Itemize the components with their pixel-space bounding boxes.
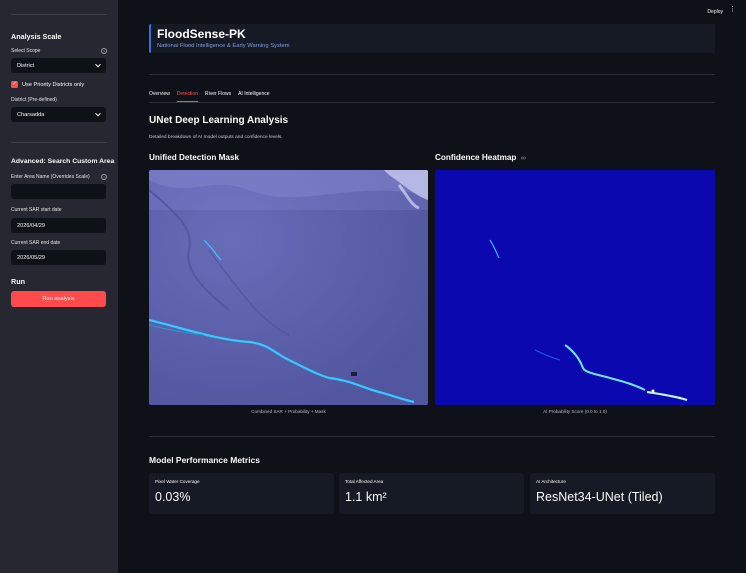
metric-value: 0.03%: [155, 490, 191, 504]
detection-mask-image: [149, 170, 428, 405]
mask-title: Unified Detection Mask: [149, 153, 240, 162]
app-header: FloodSense-PK National Flood Intelligenc…: [149, 24, 715, 53]
area-name-input[interactable]: [11, 184, 106, 199]
analysis-scale-heading: Analysis Scale: [11, 32, 62, 41]
section-title: UNet Deep Learning Analysis: [149, 115, 289, 126]
select-scope-dropdown[interactable]: District: [11, 58, 106, 73]
confidence-heatmap-image: [435, 170, 715, 405]
heatmap-title: Confidence Heatmap: [435, 153, 517, 162]
chevron-down-icon: [95, 110, 101, 116]
metric-card-affected-area: Total Affected Area 1.1 km²: [339, 473, 524, 514]
sidebar: Analysis Scale Select Scope ? District ✓…: [0, 0, 118, 573]
tab-detection[interactable]: Detection: [176, 91, 198, 102]
sar-start-date-input[interactable]: 2026/04/29: [11, 218, 106, 233]
mask-caption: Combined SAR + Probability + Mask: [251, 409, 326, 414]
metric-value: 1.1 km²: [345, 490, 387, 504]
select-scope-label: Select Scope: [11, 48, 41, 54]
tab-ai-intelligence[interactable]: AI Intelligence: [238, 91, 269, 102]
sar-end-date-input[interactable]: 2026/05/29: [11, 250, 106, 265]
select-scope-value: District: [17, 62, 35, 69]
sidebar-top-divider: [11, 14, 107, 15]
metric-card-architecture: AI Architecture ResNet34-UNet (Tiled): [530, 473, 715, 514]
advanced-heading: Advanced: Search Custom Area: [11, 158, 115, 165]
app-subtitle: National Flood Intelligence & Early Warn…: [157, 43, 290, 49]
tab-overview[interactable]: Overview: [149, 91, 170, 102]
confidence-heatmap-svg: [435, 170, 715, 405]
checkbox-checked-icon: ✓: [11, 81, 18, 88]
metric-label: AI Architecture: [536, 479, 566, 484]
metric-label: Total Affected Area: [345, 479, 384, 484]
area-name-help-icon[interactable]: ?: [101, 174, 107, 180]
run-heading: Run: [11, 277, 25, 286]
link-icon[interactable]: ∞: [521, 155, 526, 162]
deploy-button[interactable]: Deploy: [707, 9, 723, 15]
main-menu-icon[interactable]: ⋮: [729, 6, 736, 13]
run-analysis-button[interactable]: Run analysis: [11, 291, 106, 307]
header-divider: [149, 74, 715, 75]
tab-river-flows[interactable]: River Flows: [205, 91, 231, 102]
tab-underline: [149, 102, 715, 103]
district-value: Charsadda: [17, 111, 45, 118]
heatmap-title-row: Confidence Heatmap ∞: [435, 153, 526, 162]
metric-card-pixel-coverage: Pixel Water Coverage 0.03%: [149, 473, 334, 514]
detection-mask-svg: [149, 170, 428, 405]
sidebar-divider: [11, 142, 107, 143]
section-description: Detailed breakdown of AI model outputs a…: [149, 135, 283, 140]
metric-value: ResNet34-UNet (Tiled): [536, 490, 663, 504]
metrics-divider: [149, 436, 715, 437]
priority-districts-label: Use Priority Districts only: [22, 81, 85, 88]
app-title: FloodSense-PK: [157, 27, 246, 41]
main-content: Deploy ⋮ FloodSense-PK National Flood In…: [118, 0, 746, 573]
chevron-down-icon: [95, 61, 101, 67]
metrics-title: Model Performance Metrics: [149, 455, 261, 465]
metric-label: Pixel Water Coverage: [155, 479, 200, 484]
heatmap-caption: AI Probability Score (0.0 to 1.0): [543, 409, 607, 414]
sar-end-label: Current SAR end date: [11, 240, 61, 246]
sar-start-label: Current SAR start date: [11, 207, 62, 213]
district-label: District (Pre-defined): [11, 97, 57, 103]
district-dropdown[interactable]: Charsadda: [11, 107, 106, 122]
priority-districts-checkbox[interactable]: ✓ Use Priority Districts only: [11, 81, 84, 88]
select-scope-help-icon[interactable]: ?: [101, 48, 107, 54]
tab-bar: Overview Detection River Flows AI Intell…: [149, 91, 270, 102]
area-name-label: Enter Area Name (Overrides Scale): [11, 174, 90, 180]
